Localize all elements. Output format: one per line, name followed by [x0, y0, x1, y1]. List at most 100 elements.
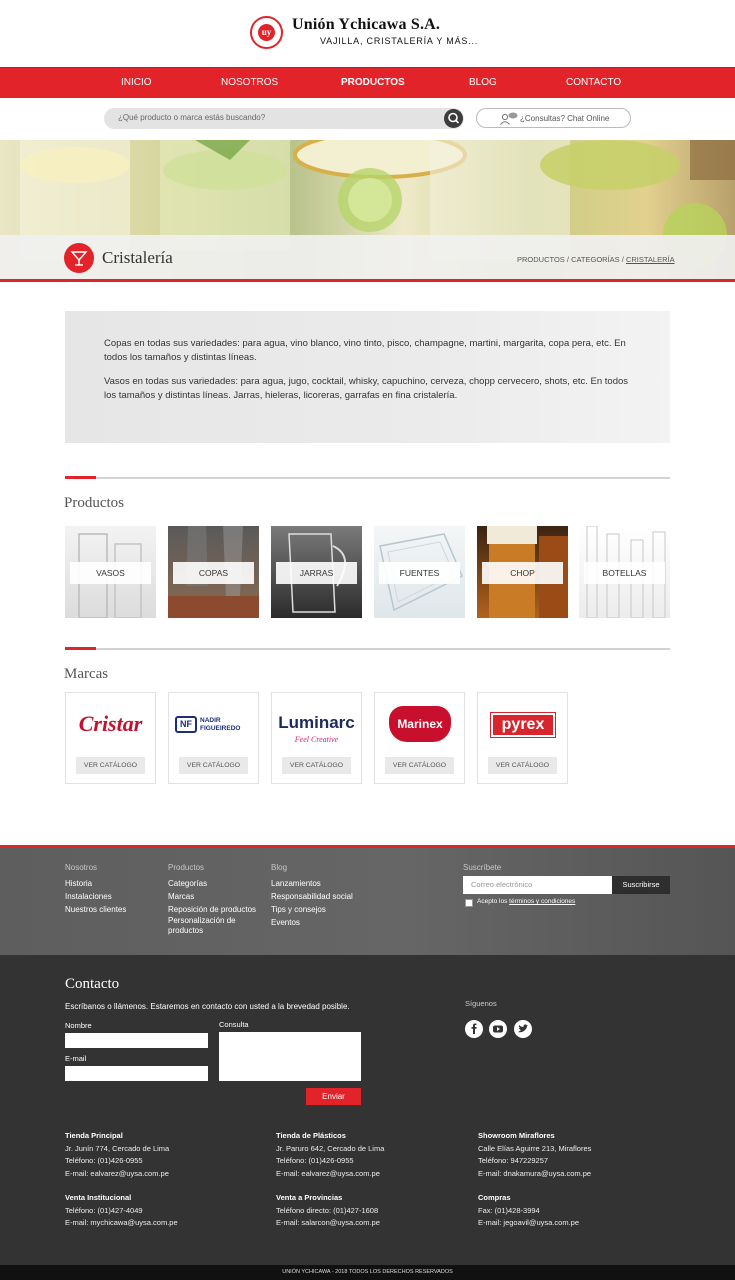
office-title: Compras — [478, 1193, 511, 1202]
brand-tagline: VAJILLA, CRISTALERÍA Y MÁS... — [320, 36, 479, 46]
product-label: CHOP — [482, 562, 563, 584]
facebook-icon[interactable] — [465, 1020, 483, 1038]
terms-link[interactable]: términos y condiciones — [509, 898, 575, 905]
product-tile-vasos[interactable]: VASOS — [65, 526, 156, 618]
office-title: Tienda Principal — [65, 1131, 123, 1140]
chat-label: ¿Consultas? Chat Online — [520, 114, 610, 123]
subscribe-email-input[interactable]: Correo electrónico — [463, 876, 612, 894]
subscribe-title: Suscríbete — [463, 863, 502, 872]
brand-card-pyrex: pyrex VER CATÁLOGO — [477, 692, 568, 784]
footer-link[interactable]: Personalización de productos — [168, 916, 268, 936]
chat-online-button[interactable]: ¿Consultas? Chat Online — [476, 108, 631, 128]
footer-link[interactable]: Historia — [65, 877, 126, 890]
footer-link[interactable]: Nuestros clientes — [65, 903, 126, 916]
ver-catalogo-button[interactable]: VER CATÁLOGO — [488, 757, 557, 774]
main-nav: INICIO NOSOTROS PRODUCTOS BLOG CONTACTO — [0, 67, 735, 98]
footer-link[interactable]: Instalaciones — [65, 890, 126, 903]
site-logo[interactable]: uy Unión Ychicawa S.A. VAJILLA, CRISTALE… — [250, 14, 477, 54]
footer-link[interactable]: Responsabilidad social — [271, 890, 353, 903]
office-address: Calle Elías Aguirre 213, Miraflores — [478, 1143, 592, 1153]
breadcrumb-current[interactable]: CRISTALERÍA — [626, 255, 675, 264]
copyright-bar: UNIÓN YCHICAWA - 2018 TODOS LOS DERECHOS… — [0, 1265, 735, 1280]
search-button[interactable] — [444, 109, 463, 128]
search-icon — [448, 112, 460, 124]
nav-item-productos[interactable]: PRODUCTOS — [341, 77, 405, 88]
office-email[interactable]: E-mail: salarcon@uysa.com.pe — [276, 1217, 380, 1230]
footer-link[interactable]: Marcas — [168, 890, 268, 903]
office-email[interactable]: E-mail: mychicawa@uysa.com.pe — [65, 1217, 178, 1230]
office-tienda-plasticos: Tienda de Plásticos Jr. Paruro 642, Cerc… — [276, 1130, 384, 1180]
office-email[interactable]: E-mail: ealvarez@uysa.com.pe — [276, 1168, 384, 1181]
cocktail-glass-icon — [64, 243, 94, 273]
breadcrumb-categorias[interactable]: CATEGORÍAS — [571, 255, 620, 264]
footer-link[interactable]: Lanzamientos — [271, 877, 353, 890]
pyrex-logo: pyrex — [490, 712, 556, 738]
logo-seal-icon: uy — [250, 16, 283, 49]
product-tile-botellas[interactable]: BOTELLAS — [579, 526, 670, 618]
message-textarea[interactable] — [219, 1032, 361, 1081]
breadcrumb-productos[interactable]: PRODUCTOS — [517, 255, 565, 264]
send-button[interactable]: Enviar — [306, 1088, 361, 1105]
footer-col-productos: Productos Categorías Marcas Reposición d… — [168, 861, 268, 936]
email-label: E-mail — [65, 1054, 87, 1063]
brand-card-marinex: Marinex VER CATÁLOGO — [374, 692, 465, 784]
products-divider-accent — [65, 476, 96, 479]
email-input[interactable] — [65, 1066, 208, 1081]
ver-catalogo-button[interactable]: VER CATÁLOGO — [76, 757, 145, 774]
brand-name: Unión Ychicawa S.A. — [292, 16, 441, 33]
brands-divider — [65, 648, 670, 650]
search-input[interactable]: ¿Qué producto o marca estás buscando? — [104, 108, 464, 129]
office-fax: Fax: (01)428-3994 — [478, 1205, 540, 1215]
product-tile-jarras[interactable]: JARRAS — [271, 526, 362, 618]
nav-item-nosotros[interactable]: NOSOTROS — [221, 77, 278, 88]
nav-item-blog[interactable]: BLOG — [469, 77, 497, 88]
youtube-icon[interactable] — [489, 1020, 507, 1038]
office-email[interactable]: E-mail: dnakamura@uysa.com.pe — [478, 1168, 591, 1181]
office-address: Jr. Junín 774, Cercado de Lima — [65, 1143, 170, 1153]
office-email[interactable]: E-mail: ealvarez@uysa.com.pe — [65, 1168, 169, 1181]
name-label: Nombre — [65, 1021, 92, 1030]
ver-catalogo-button[interactable]: VER CATÁLOGO — [179, 757, 248, 774]
footer-link[interactable]: Tips y consejos — [271, 903, 353, 916]
terms-prefix: Acepto los — [477, 898, 508, 905]
office-phone: Teléfono: 947229257 — [478, 1156, 549, 1165]
office-phone: Teléfono: (01)426-0955 — [276, 1156, 354, 1165]
name-input[interactable] — [65, 1033, 208, 1048]
ver-catalogo-button[interactable]: VER CATÁLOGO — [282, 757, 351, 774]
terms-checkbox[interactable] — [465, 899, 473, 907]
nav-item-inicio[interactable]: INICIO — [121, 77, 152, 88]
subscribe-button[interactable]: Suscribirse — [612, 876, 670, 894]
cristar-logo: Cristar — [78, 711, 143, 736]
products-divider — [65, 477, 670, 479]
contact-intro: Escríbanos o llámenos. Estaremos en cont… — [65, 1002, 350, 1011]
footer-link[interactable]: Eventos — [271, 916, 353, 929]
twitter-icon[interactable] — [514, 1020, 532, 1038]
marinex-logo: Marinex — [389, 706, 451, 742]
ver-catalogo-button[interactable]: VER CATÁLOGO — [385, 757, 454, 774]
product-tile-fuentes[interactable]: FUENTES — [374, 526, 465, 618]
product-tile-chop[interactable]: CHOP — [477, 526, 568, 618]
footer-link[interactable]: Categorías — [168, 877, 268, 890]
message-label: Consulta — [219, 1020, 249, 1029]
office-title: Showroom Miraflores — [478, 1131, 555, 1140]
products-title: Productos — [64, 495, 124, 511]
office-showroom-miraflores: Showroom Miraflores Calle Elías Aguirre … — [478, 1130, 591, 1180]
office-email[interactable]: E-mail: jegoavil@uysa.com.pe — [478, 1217, 579, 1230]
footer-link[interactable]: Reposición de productos — [168, 903, 268, 916]
office-compras: Compras Fax: (01)428-3994 E-mail: jegoav… — [478, 1192, 579, 1230]
nadir-logo-text: NADIR FIGUEIREDO — [200, 717, 241, 732]
footer-heading: Nosotros — [65, 863, 98, 872]
nav-item-contacto[interactable]: CONTACTO — [566, 77, 621, 88]
category-divider — [0, 279, 735, 282]
office-venta-provincias: Venta a Provincias Teléfono directo: (01… — [276, 1192, 380, 1230]
brands-divider-accent — [65, 647, 96, 650]
office-phone: Teléfono: (01)427-4049 — [65, 1205, 143, 1215]
description-copas: Copas en todas sus variedades: para agua… — [104, 338, 626, 363]
product-tile-copas[interactable]: COPAS — [168, 526, 259, 618]
office-title: Tienda de Plásticos — [276, 1131, 346, 1140]
footer-heading: Blog — [271, 863, 288, 872]
brand-card-nadir-figueiredo: NF NADIR FIGUEIREDO VER CATÁLOGO — [168, 692, 259, 784]
category-description: Copas en todas sus variedades: para agua… — [65, 311, 670, 443]
luminarc-slogan: Feel Creative — [294, 735, 339, 744]
follow-label: Síguenos — [465, 999, 497, 1008]
